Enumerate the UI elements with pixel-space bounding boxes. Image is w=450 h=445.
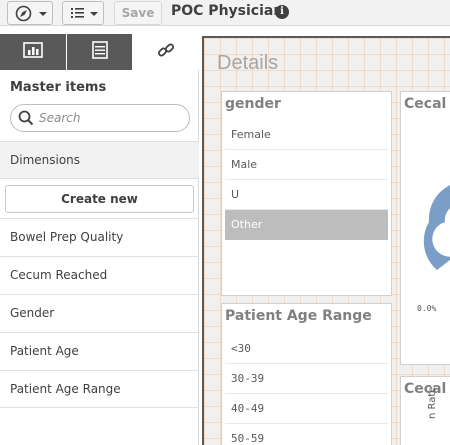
filter-value[interactable]: Male [225, 150, 388, 180]
sheet-canvas: Details gender Female Male U Other Patie… [202, 36, 450, 445]
navigate-menu-button[interactable] [7, 1, 53, 25]
panel-tabs [0, 34, 199, 70]
chart-icon [23, 42, 43, 62]
y-axis-label: n Rate [427, 386, 438, 419]
list-icon [70, 5, 86, 25]
dimensions-header-label: Dimensions [10, 153, 81, 167]
cecal-chart-1[interactable]: Cecal I 0.0% [400, 91, 450, 365]
info-icon[interactable]: i [275, 5, 289, 19]
app-title: POC Physician [171, 3, 284, 19]
compass-icon [15, 5, 32, 26]
dimensions-header[interactable]: Dimensions [0, 141, 199, 179]
gender-filter-title: gender [225, 96, 281, 112]
dimension-item[interactable]: Patient Age [0, 332, 199, 370]
search-icon [18, 110, 34, 130]
age-range-filter-title: Patient Age Range [225, 308, 372, 324]
master-items-title: Master items [10, 80, 107, 95]
link-icon [157, 41, 175, 63]
save-button[interactable]: Save [114, 1, 162, 25]
filter-value[interactable]: 40-49 [225, 394, 388, 424]
filter-value[interactable]: <30 [225, 334, 388, 364]
dimension-item[interactable]: Gender [0, 294, 199, 332]
search-placeholder: Search [39, 111, 81, 125]
cecal-chart-1-plot [423, 185, 450, 270]
list-icon [91, 41, 108, 63]
donut-segment [423, 185, 450, 270]
dimension-item[interactable]: Bowel Prep Quality [0, 218, 199, 256]
tab-fields[interactable] [67, 34, 132, 70]
donut-data-label: 0.0% [417, 304, 437, 313]
chevron-down-icon [90, 12, 98, 16]
filter-value[interactable]: 50-59 [225, 424, 388, 445]
gender-filter-pane[interactable]: gender Female Male U Other [221, 91, 392, 296]
cecal-chart-2[interactable]: Cecal I n Rate [400, 376, 450, 445]
search-input[interactable]: Search [10, 104, 190, 132]
asset-panel: Master items Search Dimensions Create ne… [0, 34, 199, 445]
filter-value[interactable]: U [225, 180, 388, 210]
list-menu-button[interactable] [62, 1, 104, 25]
dimension-list: Bowel Prep Quality Cecum Reached Gender … [0, 218, 199, 408]
tab-charts[interactable] [0, 34, 66, 70]
filter-value[interactable]: 30-39 [225, 364, 388, 394]
tab-master-items[interactable] [133, 34, 199, 70]
dimension-item[interactable]: Patient Age Range [0, 370, 199, 408]
filter-value[interactable]: Female [225, 120, 388, 150]
age-range-filter-pane[interactable]: Patient Age Range <30 30-39 40-49 50-59 [221, 303, 392, 445]
chevron-down-icon [39, 12, 47, 16]
filter-value-alternative[interactable]: Other [225, 210, 388, 240]
sheet-title: Details [217, 52, 279, 74]
dimension-item[interactable]: Cecum Reached [0, 256, 199, 294]
create-new-button[interactable]: Create new [5, 185, 194, 213]
toolbar: Save POC Physician i [0, 0, 450, 26]
